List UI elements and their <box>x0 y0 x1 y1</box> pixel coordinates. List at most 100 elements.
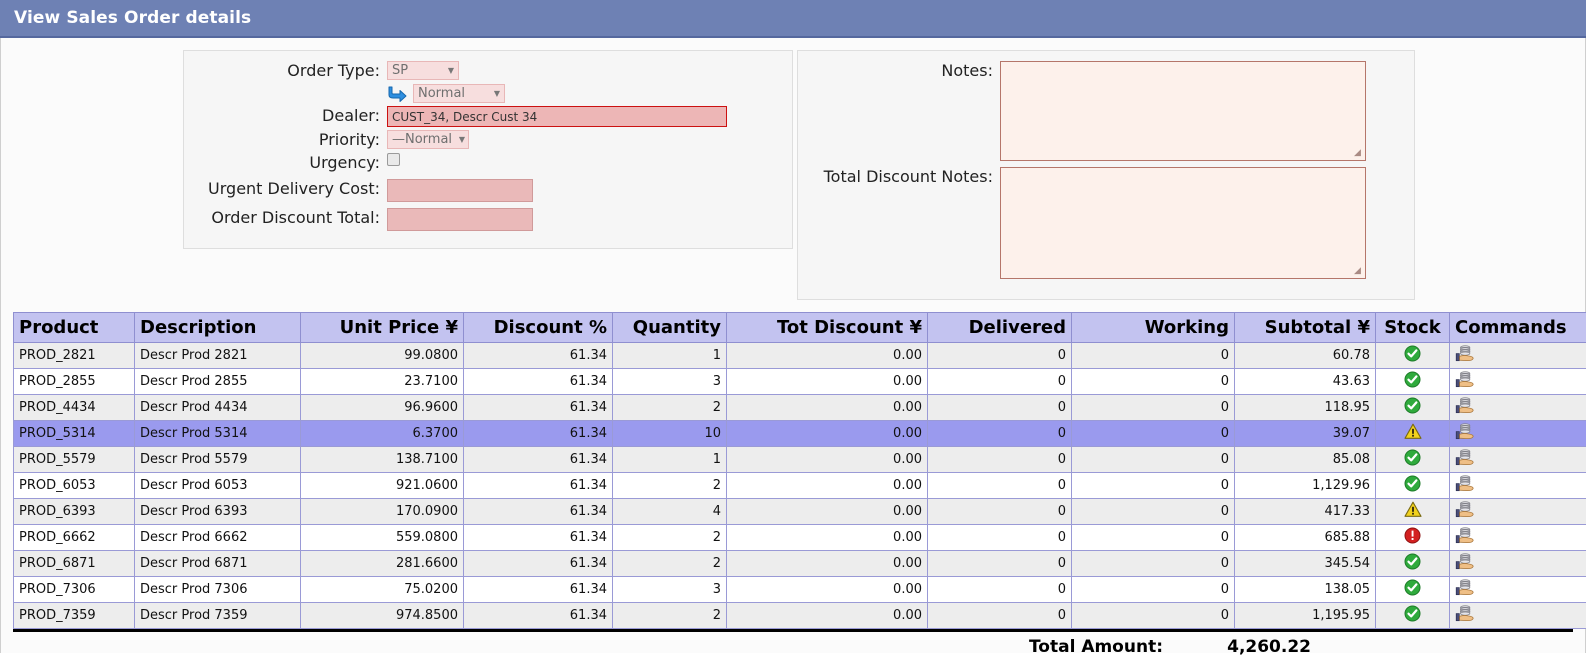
column-header-tot-discount[interactable]: Tot Discount ¥ <box>727 313 928 343</box>
cell-commands[interactable] <box>1450 421 1586 447</box>
cell-quantity: 1 <box>613 447 727 473</box>
column-header-quantity[interactable]: Quantity <box>613 313 727 343</box>
order-subtype-select[interactable]: Normal ▼ <box>413 84 505 103</box>
cell-discount: 61.34 <box>464 603 613 629</box>
table-row[interactable]: PROD_6871Descr Prod 6871281.660061.3420.… <box>14 551 1586 577</box>
column-header-subtotal[interactable]: Subtotal ¥ <box>1235 313 1376 343</box>
urgent-delivery-cost-input[interactable] <box>387 179 533 202</box>
cell-commands[interactable] <box>1450 577 1586 603</box>
stock-ok-icon <box>1404 553 1421 574</box>
cell-subtotal: 43.63 <box>1235 369 1376 395</box>
total-amount-row: Total Amount: 4,260.22 <box>1 632 1585 657</box>
column-header-discount[interactable]: Discount % <box>464 313 613 343</box>
urgency-checkbox[interactable] <box>387 153 400 166</box>
cell-quantity: 2 <box>613 551 727 577</box>
sell-stock-icon[interactable] <box>1455 449 1475 470</box>
order-discount-total-label: Order Discount Total: <box>190 208 387 228</box>
dealer-input[interactable] <box>387 106 727 127</box>
cell-product: PROD_6393 <box>14 499 135 525</box>
cell-commands[interactable] <box>1450 447 1586 473</box>
cell-unit-price: 559.0800 <box>301 525 464 551</box>
cell-tot-discount: 0.00 <box>727 421 928 447</box>
table-body: PROD_2821Descr Prod 282199.080061.3410.0… <box>14 343 1586 629</box>
cell-stock <box>1376 343 1450 369</box>
total-discount-notes-textarea[interactable]: ◢ <box>1000 167 1366 279</box>
cell-delivered: 0 <box>928 395 1072 421</box>
cell-subtotal: 60.78 <box>1235 343 1376 369</box>
sell-stock-icon[interactable] <box>1455 423 1475 444</box>
cell-commands[interactable] <box>1450 603 1586 629</box>
notes-panel: Notes: ◢ Total Discount Notes: ◢ <box>797 50 1415 300</box>
column-header-description[interactable]: Description <box>135 313 301 343</box>
table-row[interactable]: PROD_6393Descr Prod 6393170.090061.3440.… <box>14 499 1586 525</box>
sell-stock-icon[interactable] <box>1455 345 1475 366</box>
cell-commands[interactable] <box>1450 499 1586 525</box>
total-amount-label: Total Amount: <box>1 637 1181 657</box>
sell-stock-icon[interactable] <box>1455 371 1475 392</box>
cell-quantity: 3 <box>613 577 727 603</box>
cell-subtotal: 138.05 <box>1235 577 1376 603</box>
stock-ok-icon <box>1404 449 1421 470</box>
resize-grip-icon[interactable]: ◢ <box>1354 267 1364 277</box>
table-row[interactable]: PROD_7306Descr Prod 730675.020061.3430.0… <box>14 577 1586 603</box>
resize-grip-icon[interactable]: ◢ <box>1354 149 1364 159</box>
cell-commands[interactable] <box>1450 473 1586 499</box>
table-row[interactable]: PROD_7359Descr Prod 7359974.850061.3420.… <box>14 603 1586 629</box>
cell-commands[interactable] <box>1450 525 1586 551</box>
column-header-commands[interactable]: Commands <box>1450 313 1586 343</box>
cell-delivered: 0 <box>928 603 1072 629</box>
table-row[interactable]: PROD_5579Descr Prod 5579138.710061.3410.… <box>14 447 1586 473</box>
table-header: Product Description Unit Price ¥ Discoun… <box>14 313 1586 343</box>
total-amount-value: 4,260.22 <box>1181 637 1311 657</box>
cell-commands[interactable] <box>1450 551 1586 577</box>
field-row-urgency: Urgency: <box>190 153 786 173</box>
sell-stock-icon[interactable] <box>1455 527 1475 548</box>
sell-stock-icon[interactable] <box>1455 579 1475 600</box>
column-header-unit-price[interactable]: Unit Price ¥ <box>301 313 464 343</box>
cell-stock <box>1376 369 1450 395</box>
cell-unit-price: 974.8500 <box>301 603 464 629</box>
page-title: View Sales Order details <box>14 8 251 28</box>
cell-unit-price: 99.0800 <box>301 343 464 369</box>
notes-textarea[interactable]: ◢ <box>1000 61 1366 161</box>
cell-discount: 61.34 <box>464 421 613 447</box>
order-discount-total-input[interactable] <box>387 208 533 231</box>
sell-stock-icon[interactable] <box>1455 501 1475 522</box>
sell-stock-icon[interactable] <box>1455 397 1475 418</box>
cell-commands[interactable] <box>1450 395 1586 421</box>
chevron-down-icon: ▼ <box>494 90 500 98</box>
sell-stock-icon[interactable] <box>1455 553 1475 574</box>
cell-commands[interactable] <box>1450 369 1586 395</box>
column-header-product[interactable]: Product <box>14 313 135 343</box>
cell-delivered: 0 <box>928 369 1072 395</box>
column-header-delivered[interactable]: Delivered <box>928 313 1072 343</box>
table-row[interactable]: PROD_6662Descr Prod 6662559.080061.3420.… <box>14 525 1586 551</box>
cell-description: Descr Prod 6871 <box>135 551 301 577</box>
order-type-select[interactable]: SP ▼ <box>387 61 459 80</box>
table-row[interactable]: PROD_5314Descr Prod 53146.370061.34100.0… <box>14 421 1586 447</box>
cell-quantity: 2 <box>613 395 727 421</box>
cell-unit-price: 96.9600 <box>301 395 464 421</box>
stock-ok-icon <box>1404 397 1421 418</box>
stock-ok-icon <box>1404 579 1421 600</box>
cell-subtotal: 85.08 <box>1235 447 1376 473</box>
table-row[interactable]: PROD_6053Descr Prod 6053921.060061.3420.… <box>14 473 1586 499</box>
cell-commands[interactable] <box>1450 343 1586 369</box>
cell-unit-price: 6.3700 <box>301 421 464 447</box>
sell-stock-icon[interactable] <box>1455 605 1475 626</box>
total-discount-notes-label: Total Discount Notes: <box>804 167 1000 187</box>
column-header-working[interactable]: Working <box>1072 313 1235 343</box>
order-type-label: Order Type: <box>190 61 387 81</box>
sell-stock-icon[interactable] <box>1455 475 1475 496</box>
table-row[interactable]: PROD_2821Descr Prod 282199.080061.3410.0… <box>14 343 1586 369</box>
column-header-stock[interactable]: Stock <box>1376 313 1450 343</box>
urgent-delivery-cost-label: Urgent Delivery Cost: <box>190 179 387 199</box>
cell-working: 0 <box>1072 421 1235 447</box>
stock-ok-icon <box>1404 475 1421 496</box>
table-row[interactable]: PROD_4434Descr Prod 443496.960061.3420.0… <box>14 395 1586 421</box>
table-row[interactable]: PROD_2855Descr Prod 285523.710061.3430.0… <box>14 369 1586 395</box>
cell-quantity: 4 <box>613 499 727 525</box>
priority-select[interactable]: —Normal ▼ <box>387 130 469 149</box>
notes-label: Notes: <box>804 61 1000 81</box>
cell-working: 0 <box>1072 343 1235 369</box>
